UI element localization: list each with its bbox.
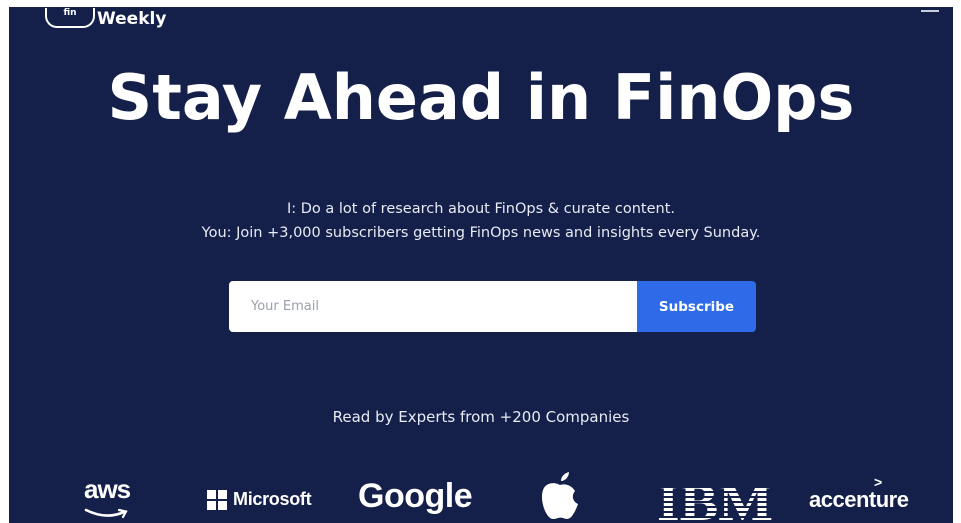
accenture-chevron-icon: > <box>874 474 882 490</box>
aws-smile-icon <box>84 508 128 519</box>
apple-icon <box>541 472 578 519</box>
hero-description: I: Do a lot of research about FinOps & c… <box>9 197 953 245</box>
brand-badge-text: fin <box>63 8 77 18</box>
trust-label: Read by Experts from +200 Companies <box>332 408 630 426</box>
brand[interactable]: fin Weekly <box>45 7 166 29</box>
aws-logo: aws <box>84 474 131 519</box>
ibm-logo: IBM <box>657 475 775 523</box>
apple-logo <box>540 472 580 523</box>
microsoft-logo: Microsoft <box>207 489 312 510</box>
microsoft-grid-icon <box>207 489 227 510</box>
google-logo: Google <box>358 477 473 516</box>
email-field[interactable] <box>229 281 637 332</box>
microsoft-logo-text: Microsoft <box>233 489 312 509</box>
page-title: Stay Ahead in FinOps <box>107 61 855 134</box>
accenture-logo-text: accenture <box>809 487 909 512</box>
menu-icon[interactable] <box>921 10 939 12</box>
brand-badge-icon: fin <box>45 8 95 28</box>
newsletter-hero: fin Weekly Stay Ahead in FinOps I: Do a … <box>9 7 953 523</box>
svg-text:IBM: IBM <box>657 478 773 522</box>
accenture-logo: > accenture <box>809 474 909 513</box>
description-line-2: You: Join +3,000 subscribers getting Fin… <box>201 225 761 241</box>
subscribe-button[interactable]: Subscribe <box>637 281 756 332</box>
google-logo-text: Google <box>358 477 473 515</box>
description-line-1: I: Do a lot of research about FinOps & c… <box>286 201 676 217</box>
company-logos: aws Microsoft Google IBM > accenture <box>9 462 953 523</box>
aws-logo-text: aws <box>84 474 131 504</box>
ibm-striped-icon: IBM <box>657 475 773 523</box>
signup-form: Subscribe <box>229 281 756 332</box>
brand-name: Weekly <box>97 9 167 29</box>
